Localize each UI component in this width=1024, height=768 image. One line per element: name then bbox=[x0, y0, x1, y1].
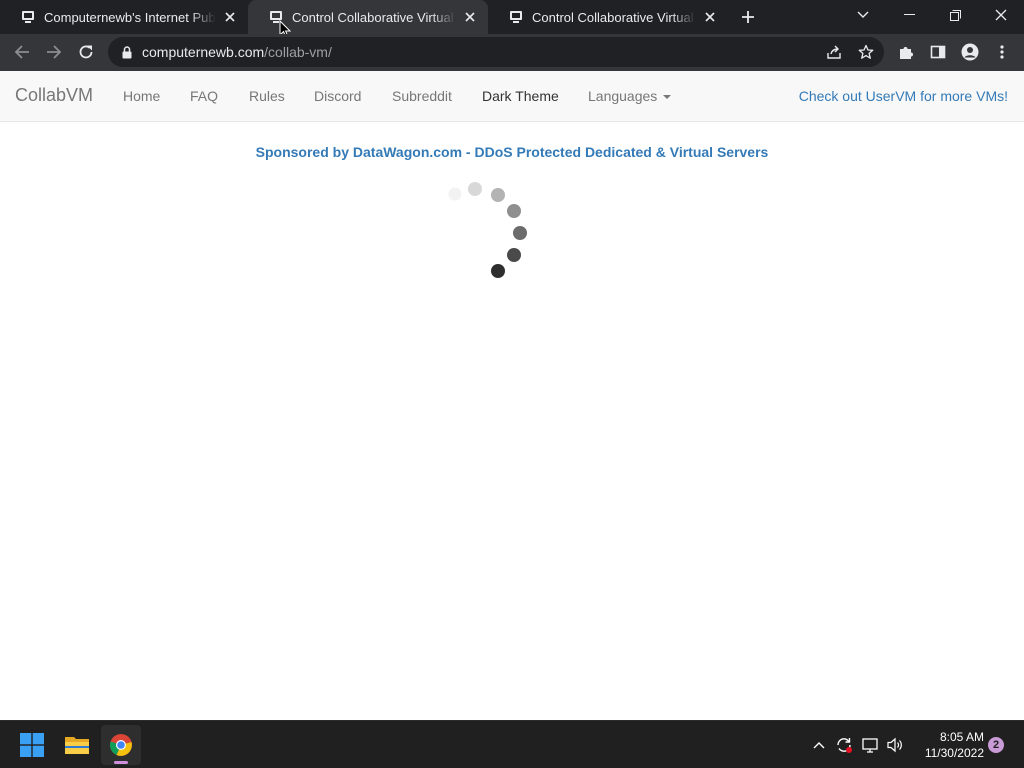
reload-icon bbox=[79, 45, 93, 59]
puzzle-icon bbox=[900, 47, 913, 59]
languages-label: Languages bbox=[588, 88, 658, 104]
nav-link-discord[interactable]: Discord bbox=[314, 88, 361, 104]
avatar-icon bbox=[961, 43, 979, 61]
extensions-button[interactable] bbox=[894, 40, 918, 64]
folder-icon bbox=[65, 737, 89, 754]
tab-close-icon[interactable] bbox=[462, 9, 478, 25]
chevron-down-icon bbox=[857, 11, 869, 18]
address-bar[interactable]: computernewb.com/collab-vm/ bbox=[108, 37, 884, 67]
windows-logo-icon bbox=[20, 733, 44, 757]
restore-icon bbox=[949, 9, 961, 21]
file-explorer-button[interactable] bbox=[57, 725, 97, 765]
chevron-up-icon bbox=[813, 742, 825, 749]
speaker-icon bbox=[887, 737, 902, 753]
collabvm-favicon-icon bbox=[22, 11, 34, 23]
nav-link-dark-theme[interactable]: Dark Theme bbox=[482, 88, 559, 104]
close-icon bbox=[995, 9, 1007, 21]
nav-link-home[interactable]: Home bbox=[123, 88, 160, 104]
sync-icon bbox=[837, 738, 852, 753]
minimize-button[interactable] bbox=[886, 0, 932, 30]
more-vert-icon bbox=[1000, 45, 1004, 59]
volume-tray-icon[interactable] bbox=[884, 734, 906, 756]
taskbar-clock[interactable]: 8:05 AM 11/30/2022 bbox=[910, 729, 984, 761]
browser-toolbar: computernewb.com/collab-vm/ bbox=[0, 34, 1024, 71]
sync-tray-icon[interactable] bbox=[833, 734, 855, 756]
close-window-button[interactable] bbox=[978, 0, 1024, 30]
side-panel-button[interactable] bbox=[926, 40, 950, 64]
clock-time: 8:05 AM bbox=[939, 730, 984, 744]
minimize-icon bbox=[903, 14, 915, 15]
browser-tab[interactable]: Computernewb's Internet Pub Hub bbox=[0, 0, 248, 34]
plus-icon bbox=[742, 11, 754, 23]
chrome-menu-button[interactable] bbox=[990, 40, 1014, 64]
tab-title: Control Collaborative Virtual Machines! bbox=[292, 9, 456, 25]
browser-tab-strip: Computernewb's Internet Pub Hub Control … bbox=[0, 0, 1024, 39]
forward-button[interactable] bbox=[42, 40, 66, 64]
chrome-logo-icon bbox=[109, 734, 132, 756]
site-navbar: CollabVM Home FAQ Rules Discord Subreddi… bbox=[0, 71, 1024, 122]
tab-title: Computernewb's Internet Pub Hub bbox=[44, 9, 216, 25]
arrow-left-icon bbox=[14, 45, 29, 59]
profile-button[interactable] bbox=[958, 40, 982, 64]
tab-title: Control Collaborative Virtual Machines! bbox=[532, 9, 696, 25]
nav-link-subreddit[interactable]: Subreddit bbox=[392, 88, 452, 104]
url-host: computernewb.com bbox=[142, 44, 265, 60]
caret-down-icon bbox=[663, 95, 672, 100]
clock-date: 11/30/2022 bbox=[924, 746, 984, 760]
languages-dropdown[interactable]: Languages bbox=[588, 88, 672, 104]
new-tab-button[interactable] bbox=[738, 7, 758, 27]
notification-badge[interactable]: 2 bbox=[988, 737, 1004, 753]
tab-search-button[interactable] bbox=[840, 0, 886, 30]
back-button[interactable] bbox=[10, 40, 34, 64]
uservm-link[interactable]: Check out UserVM for more VMs! bbox=[799, 88, 1008, 104]
nav-link-faq[interactable]: FAQ bbox=[190, 88, 218, 104]
tab-close-icon[interactable] bbox=[222, 9, 238, 25]
restore-button[interactable] bbox=[932, 0, 978, 30]
reload-button[interactable] bbox=[74, 40, 98, 64]
active-app-indicator bbox=[114, 761, 128, 764]
brand-logo[interactable]: CollabVM bbox=[15, 85, 93, 106]
arrow-right-icon bbox=[47, 45, 62, 59]
show-hidden-icons-button[interactable] bbox=[808, 734, 830, 756]
network-tray-icon[interactable] bbox=[859, 734, 881, 756]
loading-spinner-icon bbox=[448, 182, 527, 278]
url-text[interactable]: computernewb.com/collab-vm/ bbox=[142, 44, 332, 60]
network-icon bbox=[862, 738, 878, 753]
start-button[interactable] bbox=[12, 725, 52, 765]
sponsor-banner[interactable]: Sponsored by DataWagon.com - DDoS Protec… bbox=[0, 144, 1024, 160]
windows-taskbar: 8:05 AM 11/30/2022 2 bbox=[0, 720, 1024, 768]
tab-close-icon[interactable] bbox=[702, 9, 718, 25]
url-path: /collab-vm/ bbox=[264, 44, 332, 60]
chrome-taskbar-button[interactable] bbox=[101, 725, 141, 765]
browser-tab[interactable]: Control Collaborative Virtual Machines! bbox=[488, 0, 728, 34]
lock-icon[interactable] bbox=[120, 45, 134, 59]
bookmark-star-icon[interactable] bbox=[856, 42, 876, 62]
side-panel-icon bbox=[930, 45, 946, 59]
share-icon[interactable] bbox=[824, 42, 844, 62]
collabvm-favicon-icon bbox=[510, 11, 522, 23]
nav-link-rules[interactable]: Rules bbox=[249, 88, 285, 104]
